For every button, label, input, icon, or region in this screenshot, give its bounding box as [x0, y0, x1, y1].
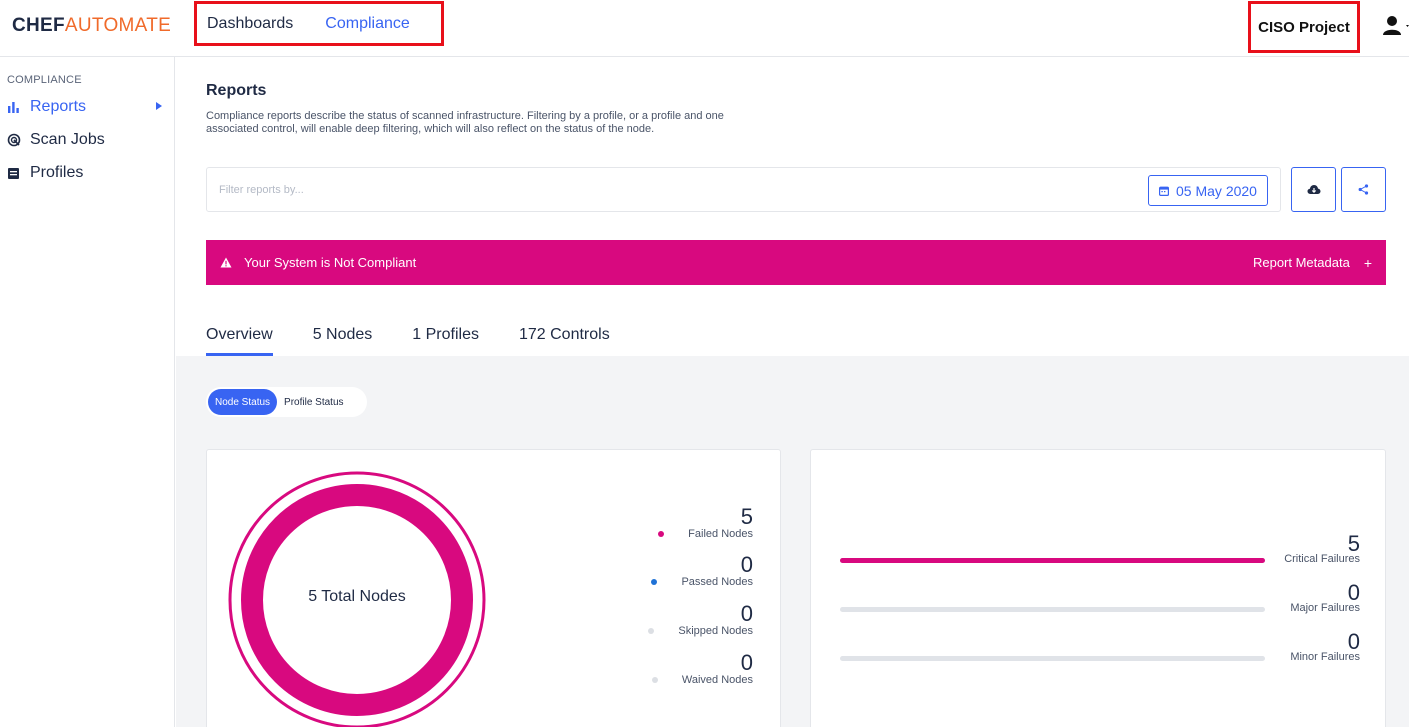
- cloud-download-icon: [1307, 185, 1320, 194]
- logo-chef-text: CHEF: [12, 15, 65, 36]
- tab-controls[interactable]: 172 Controls: [519, 319, 610, 356]
- critical-failures-label: Critical Failures: [1284, 553, 1360, 565]
- page-title: Reports: [206, 82, 267, 99]
- status-toggle: Node Status Profile Status: [206, 387, 367, 417]
- passed-nodes-stat: 0 Passed Nodes: [651, 554, 753, 588]
- critical-failures-bar: [840, 558, 1265, 563]
- stat-value: 0: [740, 650, 753, 675]
- sidebar-item-label: Scan Jobs: [30, 131, 105, 148]
- sidebar-item-profiles[interactable]: Profiles: [7, 162, 162, 184]
- stat-label: Failed Nodes: [688, 528, 753, 540]
- node-status-toggle[interactable]: Node Status: [208, 389, 278, 415]
- tab-profiles[interactable]: 1 Profiles: [412, 319, 479, 356]
- nav-dashboards[interactable]: Dashboards: [207, 15, 293, 33]
- expand-arrow-icon: [156, 102, 162, 110]
- top-navigation: Dashboards Compliance: [194, 1, 444, 46]
- profile-status-toggle[interactable]: Profile Status: [277, 389, 350, 415]
- sidebar-item-reports[interactable]: Reports: [7, 96, 162, 118]
- download-button[interactable]: [1291, 167, 1336, 212]
- share-icon: [1358, 184, 1369, 195]
- failed-dot-icon: [658, 531, 665, 537]
- overview-panel: Node Status Profile Status 5 Total Nodes…: [176, 356, 1409, 727]
- major-failures-label: Major Failures: [1290, 602, 1360, 614]
- minor-failures-label: Minor Failures: [1290, 651, 1360, 663]
- date-picker-button[interactable]: 05 May 2020: [1148, 175, 1268, 206]
- skipped-dot-icon: [648, 628, 655, 634]
- major-failures-track: [840, 607, 1265, 612]
- passed-dot-icon: [651, 579, 658, 585]
- waived-dot-icon: [651, 677, 658, 683]
- sidebar-item-scan-jobs[interactable]: Scan Jobs: [7, 129, 162, 151]
- sidebar: COMPLIANCE Reports Scan Jobs Profiles: [0, 57, 175, 727]
- filter-bar[interactable]: Filter reports by... 05 May 2020: [206, 167, 1281, 212]
- sidebar-section-title: COMPLIANCE: [7, 74, 82, 86]
- total-nodes-label: 5 Total Nodes: [308, 588, 406, 605]
- stat-value: 5: [740, 504, 753, 529]
- calendar-icon: [1159, 186, 1170, 196]
- stat-label: Waived Nodes: [681, 674, 753, 686]
- report-metadata-toggle[interactable]: Report Metadata +: [1253, 255, 1372, 271]
- page-description: Compliance reports describe the status o…: [206, 110, 724, 135]
- radar-icon: [7, 132, 25, 148]
- chef-automate-logo[interactable]: CHEFAUTOMATE: [12, 15, 171, 37]
- minor-failures-track: [840, 656, 1265, 661]
- skipped-nodes-stat: 0 Skipped Nodes: [648, 603, 753, 637]
- tab-overview[interactable]: Overview: [206, 319, 273, 356]
- waived-nodes-stat: 0 Waived Nodes: [651, 650, 753, 686]
- alert-message: Your System is Not Compliant: [244, 255, 417, 270]
- sidebar-item-label: Reports: [30, 98, 87, 115]
- failed-nodes-stat: 5 Failed Nodes: [658, 506, 753, 540]
- stat-label: Skipped Nodes: [678, 625, 753, 637]
- nav-compliance[interactable]: Compliance: [325, 15, 409, 33]
- document-icon: [7, 165, 25, 181]
- warning-icon: [220, 257, 232, 268]
- top-bar: CHEFAUTOMATE Dashboards Compliance CISO …: [0, 0, 1409, 57]
- stat-label: Passed Nodes: [681, 576, 753, 588]
- tab-nodes[interactable]: 5 Nodes: [313, 319, 373, 356]
- project-filter[interactable]: CISO Project: [1248, 1, 1360, 53]
- report-metadata-label: Report Metadata: [1252, 255, 1350, 270]
- failure-severity-card: 5 Critical Failures 0 Major Failures 0 M…: [810, 449, 1386, 727]
- bar-chart-icon: [7, 99, 25, 115]
- reports-header-area: Reports Compliance reports describe the …: [176, 57, 1409, 356]
- filter-input-placeholder[interactable]: Filter reports by...: [219, 184, 304, 196]
- share-button[interactable]: [1341, 167, 1386, 212]
- user-icon[interactable]: [1382, 13, 1409, 39]
- date-label: 05 May 2020: [1176, 182, 1257, 199]
- report-tabs: Overview 5 Nodes 1 Profiles 172 Controls: [206, 319, 650, 356]
- critical-failures-track: [840, 558, 1265, 563]
- plus-icon: +: [1363, 254, 1372, 271]
- logo-automate-text: AUTOMATE: [64, 15, 172, 36]
- compliance-alert-banner: Your System is Not Compliant Report Meta…: [206, 240, 1386, 285]
- node-status-card: 5 Total Nodes 5 Failed Nodes 0 Passed No…: [206, 449, 781, 727]
- stat-value: 0: [740, 552, 753, 577]
- stat-value: 0: [740, 601, 753, 626]
- sidebar-item-label: Profiles: [30, 164, 84, 181]
